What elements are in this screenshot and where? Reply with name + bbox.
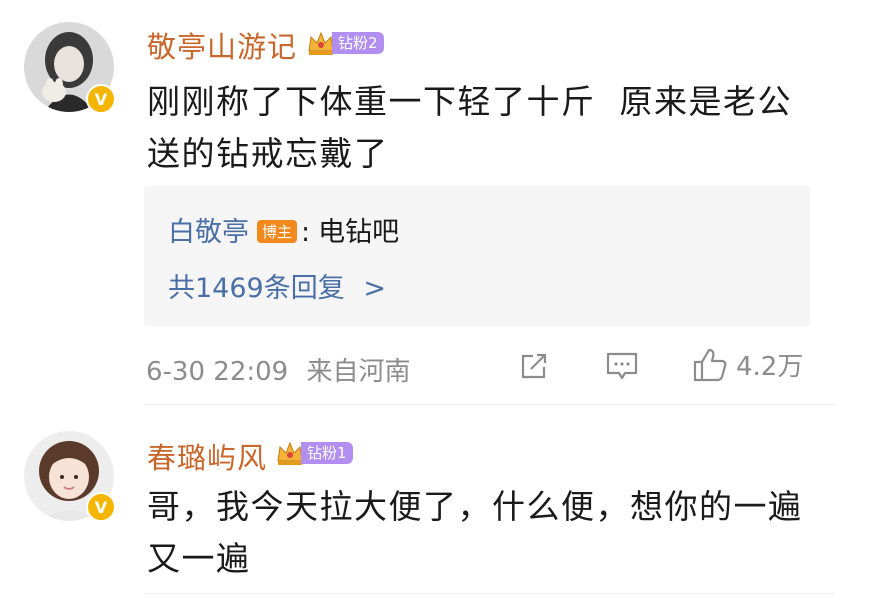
comment-divider xyxy=(144,593,834,594)
verified-icon: V xyxy=(86,492,116,522)
comment-text: 哥，我今天拉大便了，什么便，想你的一遍 又一遍 xyxy=(147,481,803,585)
thumbs-up-icon xyxy=(693,348,727,381)
comment-text: 刚刚称了下体重一下轻了十斤 原来是老公 送的钻戒忘戴了 xyxy=(147,76,792,180)
reply-text: 电钻吧 xyxy=(318,217,400,248)
fan-badge-label: 钻粉2 xyxy=(332,32,384,54)
comment-icon xyxy=(606,352,638,380)
comment-text-line: 刚刚称了下体重一下轻了十斤 原来是老公 xyxy=(147,82,792,121)
comment-location: 来自河南 xyxy=(306,357,411,387)
reply-author[interactable]: 白敬亭 xyxy=(168,217,249,248)
fan-badge-label: 钻粉1 xyxy=(301,442,353,464)
comment-username[interactable]: 敬亭山游记 xyxy=(147,24,297,66)
comment-text-line: 又一遍 xyxy=(147,539,251,578)
share-button[interactable] xyxy=(518,350,550,382)
reply-preview-box[interactable]: 白敬亭 博主: 电钻吧 共1469条回复 > xyxy=(144,186,810,326)
reply-separator: : xyxy=(301,217,311,248)
fan-badge[interactable]: 钻粉1 xyxy=(275,440,353,466)
comment-timestamp: 6-30 22:09 xyxy=(146,357,289,387)
comment-button[interactable] xyxy=(605,350,639,382)
comment-item: V 春璐屿风 钻粉1 哥，我今天拉大便了，什么便，想你的一遍 又一遍 xyxy=(0,405,878,600)
share-icon xyxy=(521,353,547,379)
comment-item: V 敬亭山游记 钻粉2 刚刚称了下体重一下轻了十斤 原来是老公 送的钻戒忘戴了 … xyxy=(0,0,878,405)
comment-text-line: 送的钻戒忘戴了 xyxy=(147,134,389,173)
reply-count-link[interactable]: 共1469条回复 > xyxy=(168,266,386,305)
verified-icon: V xyxy=(86,84,116,114)
blogger-tag: 博主 xyxy=(257,220,298,243)
comment-meta: 6-30 22:09 来自河南 xyxy=(146,351,410,388)
like-count: 4.2万 xyxy=(736,352,804,382)
comment-text-line: 哥，我今天拉大便了，什么便，想你的一遍 xyxy=(147,487,803,526)
chevron-right-icon: > xyxy=(363,273,386,304)
reply-line: 白敬亭 博主: 电钻吧 xyxy=(168,210,399,249)
like-button[interactable]: 4.2万 xyxy=(692,346,803,383)
comment-username[interactable]: 春璐屿风 xyxy=(147,435,267,477)
fan-badge[interactable]: 钻粉2 xyxy=(306,30,384,56)
reply-count-label: 共1469条回复 xyxy=(168,273,345,304)
